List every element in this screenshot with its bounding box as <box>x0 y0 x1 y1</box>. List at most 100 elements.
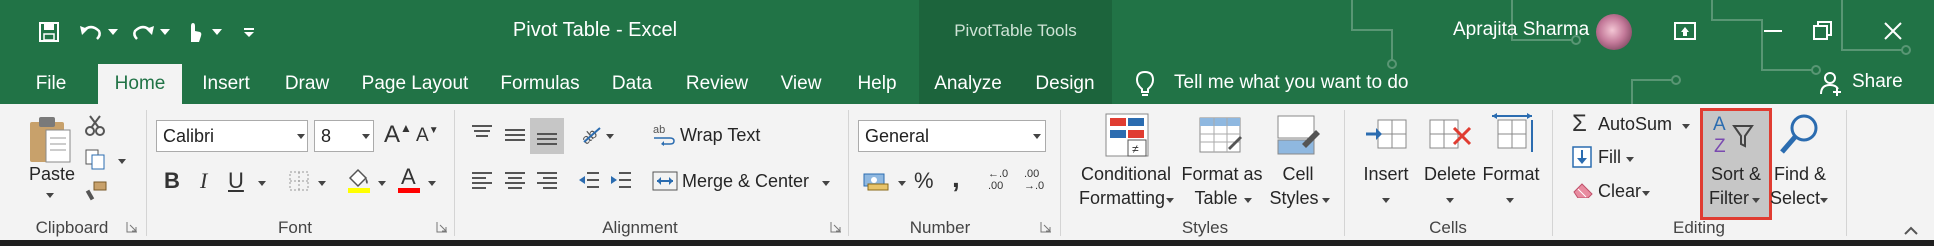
user-name[interactable]: Aprajita Sharma <box>1453 19 1589 41</box>
cell-styles-line1[interactable]: Cell <box>1258 164 1338 185</box>
orientation-button[interactable]: ab <box>578 122 604 151</box>
tab-data[interactable]: Data <box>607 64 657 104</box>
window-title: Pivot Table - Excel <box>512 19 678 41</box>
tab-view[interactable]: View <box>776 64 826 104</box>
format-cells-caret[interactable] <box>1506 198 1514 203</box>
tab-draw[interactable]: Draw <box>279 64 335 104</box>
clear-dropdown-caret[interactable] <box>1642 191 1650 196</box>
underline-button[interactable]: U <box>228 168 244 194</box>
chevron-up-icon <box>1904 226 1918 235</box>
alignment-launcher-icon[interactable] <box>830 221 842 233</box>
redo-dropdown[interactable] <box>158 0 172 64</box>
collapse-ribbon-button[interactable] <box>1904 222 1918 240</box>
decrease-decimal-button[interactable]: .00 →.0 <box>1024 168 1044 192</box>
number-launcher-icon[interactable] <box>1040 221 1052 233</box>
redo-button[interactable] <box>128 0 158 64</box>
italic-button[interactable]: I <box>200 168 207 194</box>
copy-button[interactable] <box>84 148 106 175</box>
touch-mode-dropdown[interactable] <box>210 0 224 64</box>
font-name-combo[interactable]: Calibri <box>156 120 308 152</box>
conditional-formatting-line2[interactable]: Formatting <box>1070 188 1174 209</box>
increase-font-size-button[interactable]: A▲ <box>384 121 412 149</box>
align-center-button[interactable] <box>503 170 527 190</box>
save-button[interactable] <box>34 0 64 64</box>
format-cells-button[interactable]: Format <box>1476 164 1546 185</box>
delete-cells-caret[interactable] <box>1446 198 1454 203</box>
insert-cells-caret[interactable] <box>1382 198 1390 203</box>
customize-qat-button[interactable] <box>240 0 258 64</box>
top-align-button[interactable] <box>470 124 494 144</box>
format-as-table-line1[interactable]: Format as <box>1174 164 1270 185</box>
tell-me-search[interactable]: Tell me what you want to do <box>1174 72 1408 94</box>
underline-dropdown-caret[interactable] <box>258 181 266 186</box>
fill-color-button[interactable] <box>346 166 372 199</box>
format-as-table-caret[interactable] <box>1244 198 1252 203</box>
increase-decimal-button[interactable]: ←.0 .00 <box>988 168 1008 192</box>
align-right-button[interactable] <box>535 170 559 190</box>
middle-align-button[interactable] <box>503 124 527 144</box>
number-format-combo[interactable]: General <box>858 120 1046 152</box>
close-button[interactable] <box>1880 18 1906 49</box>
font-launcher-icon[interactable] <box>436 221 448 233</box>
format-painter-button[interactable] <box>84 180 108 207</box>
merge-center-dropdown-caret[interactable] <box>822 181 830 186</box>
undo-button[interactable] <box>76 0 106 64</box>
chevron-down-icon <box>108 29 118 35</box>
number-format-caret[interactable] <box>1033 134 1041 139</box>
tab-home[interactable]: Home <box>98 64 182 104</box>
tab-review[interactable]: Review <box>679 64 755 104</box>
borders-button[interactable] <box>288 170 310 197</box>
decrease-indent-button[interactable] <box>577 170 601 190</box>
tab-page-layout[interactable]: Page Layout <box>357 64 473 104</box>
percent-style-button[interactable]: % <box>914 168 934 194</box>
tab-file[interactable]: File <box>28 64 74 104</box>
cut-button[interactable] <box>84 114 106 141</box>
cell-styles-caret[interactable] <box>1322 198 1330 203</box>
fill-button[interactable]: Fill <box>1598 147 1621 168</box>
tab-insert[interactable]: Insert <box>196 64 256 104</box>
wrap-text-button[interactable]: Wrap Text <box>680 125 760 146</box>
font-name-caret[interactable] <box>297 134 305 139</box>
align-left-button[interactable] <box>470 170 494 190</box>
font-color-button[interactable]: A <box>396 164 422 199</box>
ribbon-display-options-button[interactable] <box>1672 18 1698 49</box>
paste-label[interactable]: Paste <box>29 164 75 185</box>
increase-indent-button[interactable] <box>609 170 633 190</box>
accounting-format-button[interactable] <box>862 170 890 197</box>
autosum-dropdown-caret[interactable] <box>1682 124 1690 129</box>
minimize-button[interactable] <box>1760 18 1786 49</box>
delete-cells-button[interactable]: Delete <box>1418 164 1482 185</box>
tab-help[interactable]: Help <box>849 64 905 104</box>
merge-center-button[interactable]: Merge & Center <box>682 171 809 192</box>
clear-button[interactable]: Clear <box>1598 181 1641 202</box>
clipboard-launcher-icon[interactable] <box>126 221 138 233</box>
find-select-caret[interactable] <box>1820 198 1828 203</box>
insert-cells-button[interactable]: Insert <box>1356 164 1416 185</box>
accounting-dropdown-caret[interactable] <box>898 181 906 186</box>
paste-dropdown-caret[interactable] <box>46 193 54 198</box>
bottom-align-button[interactable] <box>530 118 564 154</box>
tab-formulas[interactable]: Formulas <box>494 64 586 104</box>
undo-dropdown[interactable] <box>106 0 120 64</box>
sort-filter-caret[interactable] <box>1752 198 1760 203</box>
orientation-dropdown-caret[interactable] <box>606 134 614 139</box>
paste-button[interactable] <box>28 114 72 169</box>
autosum-button[interactable]: AutoSum <box>1598 114 1672 135</box>
touch-mode-button[interactable] <box>180 0 208 64</box>
borders-dropdown-caret[interactable] <box>318 181 326 186</box>
copy-dropdown-caret[interactable] <box>118 159 126 164</box>
find-select-line1[interactable]: Find & <box>1768 164 1832 185</box>
tab-analyze[interactable]: Analyze <box>930 64 1006 104</box>
find-select-line2[interactable]: Select <box>1766 188 1824 209</box>
font-color-dropdown-caret[interactable] <box>428 181 436 186</box>
tab-design[interactable]: Design <box>1028 64 1102 104</box>
fill-color-dropdown-caret[interactable] <box>378 181 386 186</box>
restore-button[interactable] <box>1810 18 1836 49</box>
font-size-caret[interactable] <box>362 134 370 139</box>
decrease-font-size-button[interactable]: A▼ <box>416 125 439 147</box>
user-avatar[interactable] <box>1596 14 1632 50</box>
conditional-formatting-line1[interactable]: Conditional <box>1074 164 1178 185</box>
bold-button[interactable]: B <box>164 168 180 194</box>
comma-style-button[interactable]: , <box>952 162 960 194</box>
fill-dropdown-caret[interactable] <box>1626 157 1634 162</box>
